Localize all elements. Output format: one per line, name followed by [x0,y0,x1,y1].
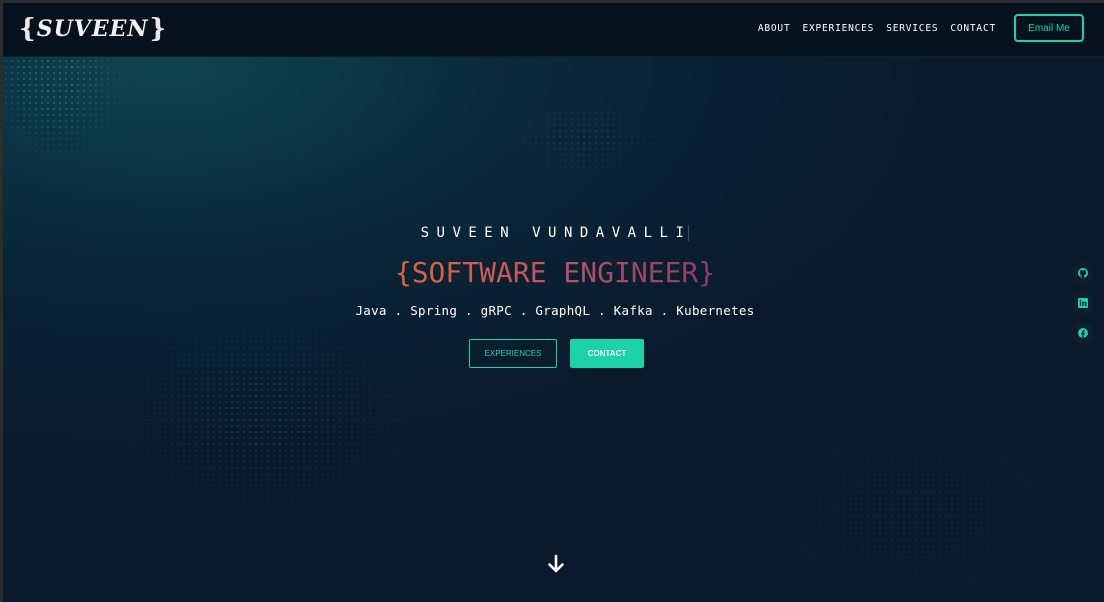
dot-pattern-decoration [103,303,423,523]
email-me-button[interactable]: Email Me [1014,14,1084,42]
dot-pattern-decoration [3,58,133,168]
brand-logo[interactable]: { SUVEEN } [19,12,166,46]
facebook-link[interactable] [1072,322,1094,344]
linkedin-link[interactable] [1072,292,1094,314]
hero-title: {SOFTWARE ENGINEER} [3,255,1104,291]
typing-caret [688,225,690,241]
nav-link-experiences[interactable]: EXPERIENCES [802,23,874,34]
scroll-down-arrow-icon[interactable] [546,554,566,574]
nav-link-services[interactable]: SERVICES [886,23,938,34]
nav-links: ABOUT EXPERIENCES SERVICES CONTACT [758,23,996,34]
logo-brace-open: { [19,14,36,44]
contact-button[interactable]: CONTACT [570,339,644,368]
hero-title-text: {SOFTWARE ENGINEER} [394,256,716,289]
facebook-icon [1078,328,1088,338]
github-icon [1078,268,1088,278]
experiences-button[interactable]: EXPERIENCES [469,339,557,368]
dot-pattern-decoration [763,423,1063,602]
linkedin-icon [1078,298,1088,308]
dot-pattern-decoration [503,98,663,178]
logo-text: SUVEEN [36,16,149,42]
navbar: { SUVEEN } ABOUT EXPERIENCES SERVICES CO… [3,3,1104,57]
github-link[interactable] [1072,262,1094,284]
nav-link-about[interactable]: ABOUT [758,23,791,34]
hero-name: SUVEEN VUNDAVALLI [3,225,1104,241]
hero-name-text: SUVEEN VUNDAVALLI [420,225,692,241]
hero-background: { SUVEEN } ABOUT EXPERIENCES SERVICES CO… [0,0,1104,602]
hero-skills: Java . Spring . gRPC . GraphQL . Kafka .… [355,303,755,318]
nav-link-contact[interactable]: CONTACT [950,23,996,34]
logo-brace-close: } [149,14,167,44]
